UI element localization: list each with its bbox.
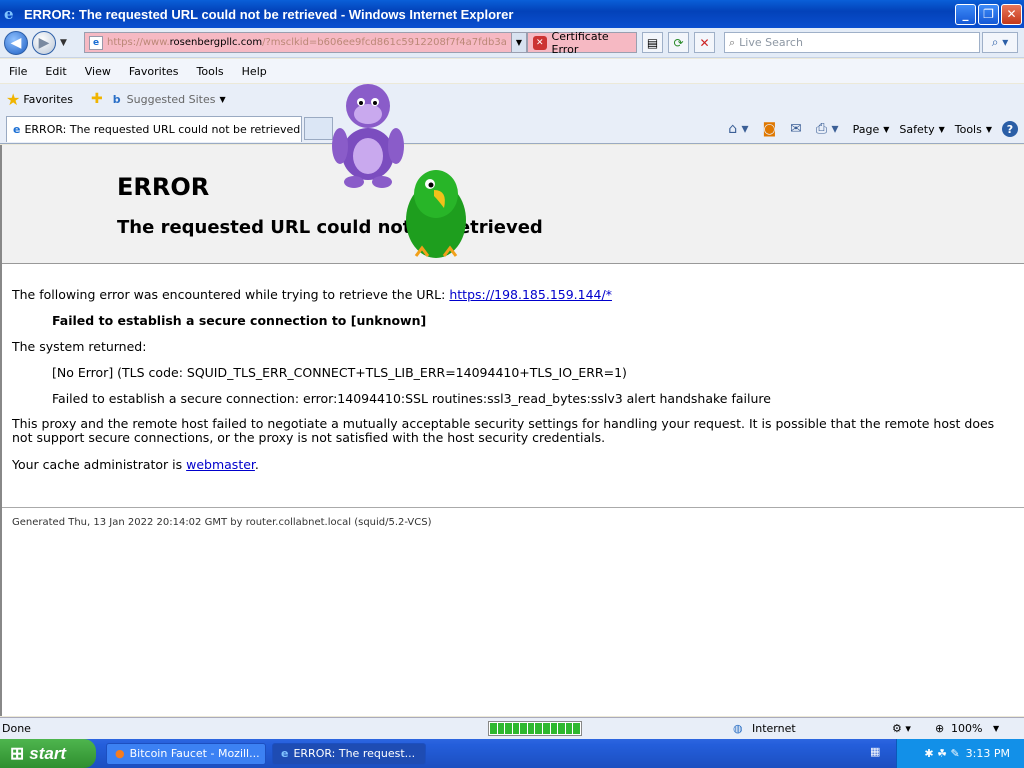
- back-button[interactable]: ◀: [4, 30, 28, 55]
- progress-bar: [488, 721, 582, 736]
- favorites-star-icon: ★: [6, 89, 21, 109]
- taskbar-ie[interactable]: e ERROR: The request...: [272, 742, 426, 765]
- address-url[interactable]: https://www.rosenbergpllc.com/?msclkid=b…: [107, 37, 507, 48]
- page-title: ERROR: [117, 173, 210, 201]
- system-returned-label: The system returned:: [12, 339, 147, 354]
- status-text: Done: [2, 722, 31, 735]
- menu-file[interactable]: File: [0, 65, 36, 78]
- ssl-error-text: Failed to establish a secure connection:…: [52, 391, 771, 406]
- home-icon[interactable]: ⌂ ▾: [728, 121, 748, 137]
- tab-ie-icon: e: [13, 123, 21, 136]
- certificate-error-button[interactable]: ✕ Certificate Error: [527, 29, 637, 56]
- refresh-button[interactable]: ⟳: [668, 32, 689, 53]
- tab-row: e ERROR: The requested URL could not be …: [0, 114, 1024, 144]
- clock: 3:13 PM: [965, 747, 1010, 760]
- page-icon: e: [89, 35, 103, 50]
- webmaster-link[interactable]: webmaster: [186, 457, 255, 472]
- menu-edit[interactable]: Edit: [36, 65, 75, 78]
- compatibility-icon[interactable]: ▤: [642, 32, 663, 53]
- error-url-link[interactable]: https://198.185.159.144/*: [449, 287, 612, 302]
- menu-view[interactable]: View: [76, 65, 120, 78]
- cache-admin-text: Your cache administrator is webmaster.: [12, 457, 259, 472]
- menu-favorites[interactable]: Favorites: [120, 65, 188, 78]
- help-icon[interactable]: ?: [1002, 121, 1018, 137]
- command-bar: ⌂ ▾ ◙ ✉ ⎙ ▾ Page ▼ Safety ▼ Tools ▼ ?: [718, 118, 1018, 140]
- forward-button[interactable]: ▶: [32, 30, 56, 55]
- window-title: ERROR: The requested URL could not be re…: [24, 6, 514, 22]
- stop-button[interactable]: ✕: [694, 32, 715, 53]
- security-zone[interactable]: Internet: [752, 722, 796, 735]
- status-bar: Done ◍ Internet ⚙ ▾ ⊕ 100% ▼: [0, 717, 1024, 739]
- globe-icon: ◍: [733, 722, 743, 735]
- error-header: ERROR The requested URL could not be ret…: [2, 145, 1024, 264]
- search-input[interactable]: ⌕ Live Search: [724, 32, 980, 53]
- close-button[interactable]: ✕: [1001, 3, 1022, 25]
- tab-error[interactable]: e ERROR: The requested URL could not be …: [6, 116, 302, 142]
- tools-menu[interactable]: Tools: [955, 123, 982, 136]
- address-dropdown-icon[interactable]: ▼: [511, 33, 526, 52]
- green-parrot-mascot[interactable]: [400, 160, 472, 264]
- favorites-bar: ★ Favorites ✚ b Suggested Sites ▼: [0, 84, 1024, 114]
- add-favorite-icon[interactable]: ✚: [91, 91, 103, 107]
- page-content: ERROR The requested URL could not be ret…: [0, 145, 1024, 716]
- title-bar: e ERROR: The requested URL could not be …: [0, 0, 1024, 28]
- tray-icons[interactable]: ✱ ☘ ✎: [924, 747, 959, 760]
- search-button[interactable]: ⌕ ▾: [982, 32, 1018, 53]
- ie-taskbar-icon: e: [281, 747, 289, 760]
- search-icon: ⌕: [729, 35, 736, 49]
- safety-menu[interactable]: Safety: [899, 123, 934, 136]
- address-toolbar: ◀ ▶ ▼ e https://www.rosenbergpllc.com/?m…: [0, 28, 1024, 58]
- suggested-sites-dropdown-icon[interactable]: ▼: [219, 95, 225, 104]
- keyboard-icon[interactable]: ▦: [870, 745, 880, 758]
- history-dropdown-icon[interactable]: ▼: [60, 38, 67, 48]
- feeds-icon[interactable]: ◙: [763, 121, 777, 137]
- taskbar-firefox[interactable]: ● Bitcoin Faucet - Mozill...: [106, 742, 266, 765]
- menu-help[interactable]: Help: [233, 65, 276, 78]
- taskbar: ⊞ start ● Bitcoin Faucet - Mozill... e E…: [0, 739, 1024, 768]
- ie-logo-icon: e: [4, 5, 14, 23]
- footer-divider: [2, 507, 1024, 508]
- bing-icon: b: [112, 92, 121, 106]
- error-intro: The following error was encountered whil…: [12, 287, 612, 302]
- zoom-icon: ⊕: [935, 722, 945, 735]
- tab-title: ERROR: The requested URL could not be re…: [24, 123, 301, 136]
- maximize-button[interactable]: ❐: [978, 3, 999, 25]
- menu-bar: File Edit View Favorites Tools Help: [0, 59, 1024, 83]
- windows-logo-icon: ⊞: [10, 743, 25, 763]
- protected-mode-icon[interactable]: ⚙ ▾: [892, 722, 911, 735]
- print-icon[interactable]: ⎙ ▾: [816, 121, 839, 137]
- shield-icon: ✕: [533, 35, 547, 50]
- firefox-icon: ●: [115, 747, 125, 760]
- zoom-level[interactable]: 100%: [951, 722, 982, 735]
- system-tray: ✱ ☘ ✎ 3:13 PM: [896, 739, 1024, 768]
- certificate-error-label: Certificate Error: [551, 29, 609, 56]
- favorites-button[interactable]: Favorites: [23, 93, 73, 106]
- minimize-button[interactable]: _: [955, 3, 976, 25]
- suggested-sites-button[interactable]: Suggested Sites: [127, 93, 216, 106]
- page-subtitle: The requested URL could not be retrieved: [117, 217, 543, 238]
- read-mail-icon[interactable]: ✉: [790, 121, 802, 137]
- purple-gorilla-mascot[interactable]: [328, 76, 408, 190]
- generated-footer: Generated Thu, 13 Jan 2022 20:14:02 GMT …: [12, 517, 432, 528]
- zoom-dropdown-icon[interactable]: ▼: [993, 724, 999, 733]
- tls-code-text: [No Error] (TLS code: SQUID_TLS_ERR_CONN…: [52, 365, 627, 380]
- menu-tools[interactable]: Tools: [188, 65, 233, 78]
- failed-connection-text: Failed to establish a secure connection …: [52, 313, 427, 328]
- search-placeholder: Live Search: [739, 36, 803, 49]
- page-menu[interactable]: Page: [853, 123, 880, 136]
- start-button[interactable]: ⊞ start: [0, 739, 96, 768]
- proxy-explanation: This proxy and the remote host failed to…: [12, 416, 995, 445]
- address-field[interactable]: e https://www.rosenbergpllc.com/?msclkid…: [84, 32, 527, 53]
